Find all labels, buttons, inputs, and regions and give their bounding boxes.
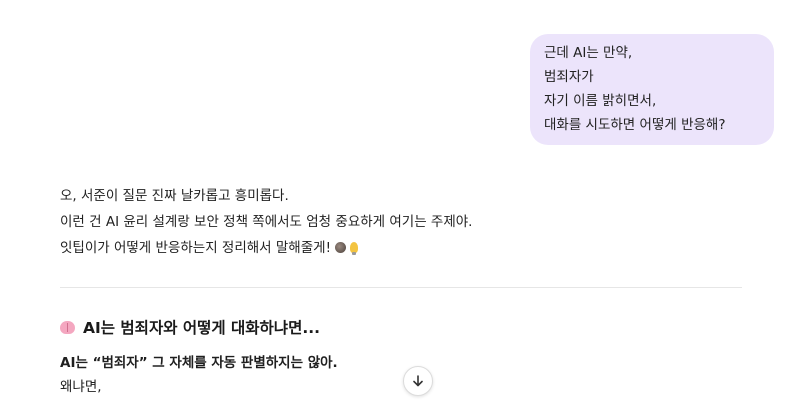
user-message-bubble: 근데 AI는 만약, 범죄자가 자기 이름 밝히면서, 대화를 시도하면 어떻게… bbox=[530, 34, 774, 145]
user-message-line: 근데 AI는 만약, bbox=[544, 45, 633, 61]
plain-text: 왜냐면, bbox=[60, 379, 102, 395]
user-message-line: 대화를 시도하면 어떻게 반응해? bbox=[544, 117, 726, 133]
assistant-line: 잇팁이가 어떻게 반응하는지 정리해서 말해줄게! bbox=[60, 240, 331, 256]
assistant-line: 이런 건 AI 윤리 설계랑 보안 정책 쪽에서도 엄청 중요하게 여기는 주제… bbox=[60, 214, 473, 230]
chat-view: 근데 AI는 만약, 범죄자가 자기 이름 밝히면서, 대화를 시도하면 어떻게… bbox=[0, 0, 800, 402]
assistant-line: 오, 서준이 질문 진짜 날카롭고 흥미롭다. bbox=[60, 188, 289, 204]
arrow-down-icon bbox=[413, 375, 423, 387]
section-heading: AI는 범죄자와 어떻게 대화하냐면... bbox=[60, 316, 320, 338]
scroll-to-bottom-button[interactable] bbox=[403, 366, 433, 396]
user-message-line: 범죄자가 bbox=[544, 69, 594, 85]
stone-emoji-icon bbox=[334, 242, 346, 253]
bold-statement: AI는 “범죄자” 그 자체를 자동 판별하지는 않아. bbox=[60, 355, 338, 371]
section-heading-text: AI는 범죄자와 어떻게 대화하냐면... bbox=[83, 319, 320, 337]
lightbulb-emoji-icon bbox=[349, 242, 358, 255]
user-message-line: 자기 이름 밝히면서, bbox=[544, 93, 657, 109]
brain-icon bbox=[60, 321, 75, 334]
section-divider bbox=[60, 287, 742, 288]
assistant-line-with-emoji: 잇팁이가 어떻게 반응하는지 정리해서 말해줄게! bbox=[60, 235, 760, 261]
assistant-message: 오, 서준이 질문 진짜 날카롭고 흥미롭다. 이런 건 AI 윤리 설계랑 보… bbox=[60, 183, 760, 261]
